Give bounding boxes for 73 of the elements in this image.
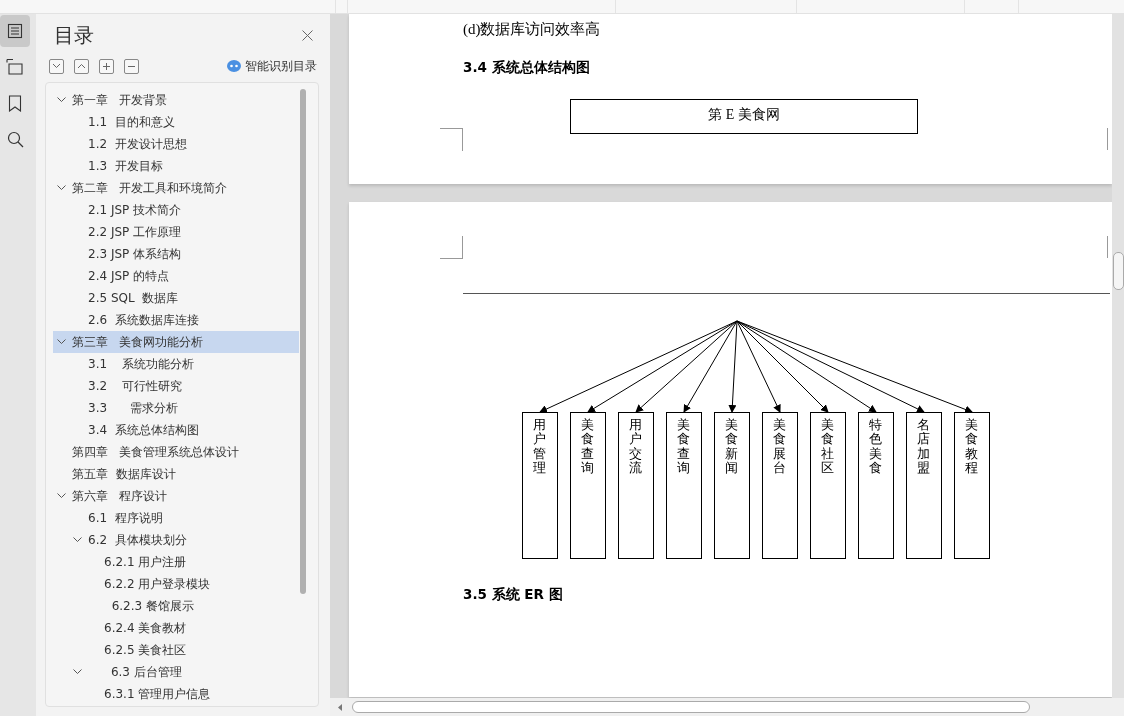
toc-item[interactable]: 6.2 具体模块划分 <box>53 529 299 551</box>
outline-icon <box>6 58 24 76</box>
toc-item[interactable]: 2.1 JSP 技术简介 <box>53 199 299 221</box>
close-icon[interactable] <box>302 29 313 41</box>
toc-item[interactable]: 6.2.1 用户注册 <box>53 551 299 573</box>
toc-item[interactable]: 1.3 开发目标 <box>53 155 299 177</box>
chevron-icon[interactable] <box>57 185 66 191</box>
plus-icon <box>102 61 111 71</box>
document-list-icon <box>7 23 23 39</box>
chevron-icon[interactable] <box>73 669 82 675</box>
scrollbar-thumb[interactable] <box>1113 252 1124 290</box>
robot-face-icon <box>227 60 241 72</box>
horizontal-scrollbar-thumb[interactable] <box>352 701 1030 713</box>
toc-item[interactable]: 第一章 开发背景 <box>53 89 299 111</box>
chevron-down-icon <box>52 63 61 69</box>
scroll-left-icon[interactable] <box>338 703 342 711</box>
toc-item[interactable]: 6.3.1 管理用户信息 <box>53 683 299 705</box>
module-box: 美食社区 <box>810 412 846 559</box>
chevron-icon[interactable] <box>57 493 66 499</box>
section-heading: 3.5 系统 ER 图 <box>463 586 563 604</box>
toc-item[interactable]: 1.1 目的和意义 <box>53 111 299 133</box>
scrollbar-thumb[interactable] <box>300 89 306 594</box>
section-heading: 3.4 系统总体结构图 <box>463 59 591 77</box>
search-icon <box>6 130 24 148</box>
crop-mark <box>1107 236 1110 258</box>
toc-item[interactable]: 3.4 系统总体结构图 <box>53 419 299 441</box>
toc-item[interactable]: 第三章 美食网功能分析 <box>53 331 299 353</box>
toc-item[interactable]: 第四章 美食管理系统总体设计 <box>53 441 299 463</box>
module-box: 美食新闻 <box>714 412 750 559</box>
toc-item[interactable]: 第二章 开发工具和环境简介 <box>53 177 299 199</box>
diagram-root-node: 第 E 美食网 <box>570 99 918 134</box>
toc-item[interactable]: 6.2.4 美食教材 <box>53 617 299 639</box>
module-box: 用户交流 <box>618 412 654 559</box>
module-box: 美食查询 <box>666 412 702 559</box>
chevron-icon[interactable] <box>73 537 82 543</box>
toc-item[interactable]: 3.3 需求分析 <box>53 397 299 419</box>
crop-mark <box>440 128 463 151</box>
toc-item[interactable]: 3.1 系统功能分析 <box>53 353 299 375</box>
toc-item[interactable]: 3.2 可行性研究 <box>53 375 299 397</box>
toc-item[interactable]: 第五章 数据库设计 <box>53 463 299 485</box>
module-box: 特色美食 <box>858 412 894 559</box>
module-box: 美食查询 <box>570 412 606 559</box>
toc-item[interactable]: 1.2 开发设计思想 <box>53 133 299 155</box>
module-box: 美食展台 <box>762 412 798 559</box>
toc-item[interactable]: 2.4 JSP 的特点 <box>53 265 299 287</box>
chevron-icon[interactable] <box>57 339 66 345</box>
module-box: 用户管理 <box>522 412 558 559</box>
vertical-scrollbar[interactable] <box>1112 14 1124 698</box>
toc-item[interactable]: 2.3 JSP 体系结构 <box>53 243 299 265</box>
toc-item[interactable]: 6.2.3 餐馆展示 <box>53 595 299 617</box>
toc-item[interactable]: 第六章 程序设计 <box>53 485 299 507</box>
collapse-all-button[interactable] <box>74 58 89 74</box>
toc-item[interactable]: 2.6 系统数据库连接 <box>53 309 299 331</box>
toc-item[interactable]: 6.3 后台管理 <box>53 661 299 683</box>
toc-item[interactable]: 6.1 程序说明 <box>53 507 299 529</box>
expand-all-button[interactable] <box>49 58 64 74</box>
bookmark-icon <box>8 94 22 112</box>
add-heading-button[interactable] <box>99 58 114 74</box>
toc-item[interactable]: 6.2.5 美食社区 <box>53 639 299 661</box>
panel-title: 目录 <box>54 21 94 49</box>
toc-item[interactable]: 6.2.2 用户登录模块 <box>53 573 299 595</box>
module-box: 名店加盟 <box>906 412 942 559</box>
module-box: 美食教程 <box>954 412 990 559</box>
remove-heading-button[interactable] <box>124 58 139 74</box>
chevron-up-icon <box>77 63 86 69</box>
crop-mark <box>440 236 463 259</box>
paragraph-text: (d)数据库访问效率高 <box>463 20 602 39</box>
smart-toc-button[interactable]: 智能识别目录 <box>227 57 319 75</box>
toc-item[interactable]: 2.2 JSP 工作原理 <box>53 221 299 243</box>
toc-item[interactable]: 2.5 SQL 数据库 <box>53 287 299 309</box>
crop-mark <box>1107 128 1110 150</box>
chevron-icon[interactable] <box>57 97 66 103</box>
sidebar-tab[interactable] <box>0 15 30 47</box>
